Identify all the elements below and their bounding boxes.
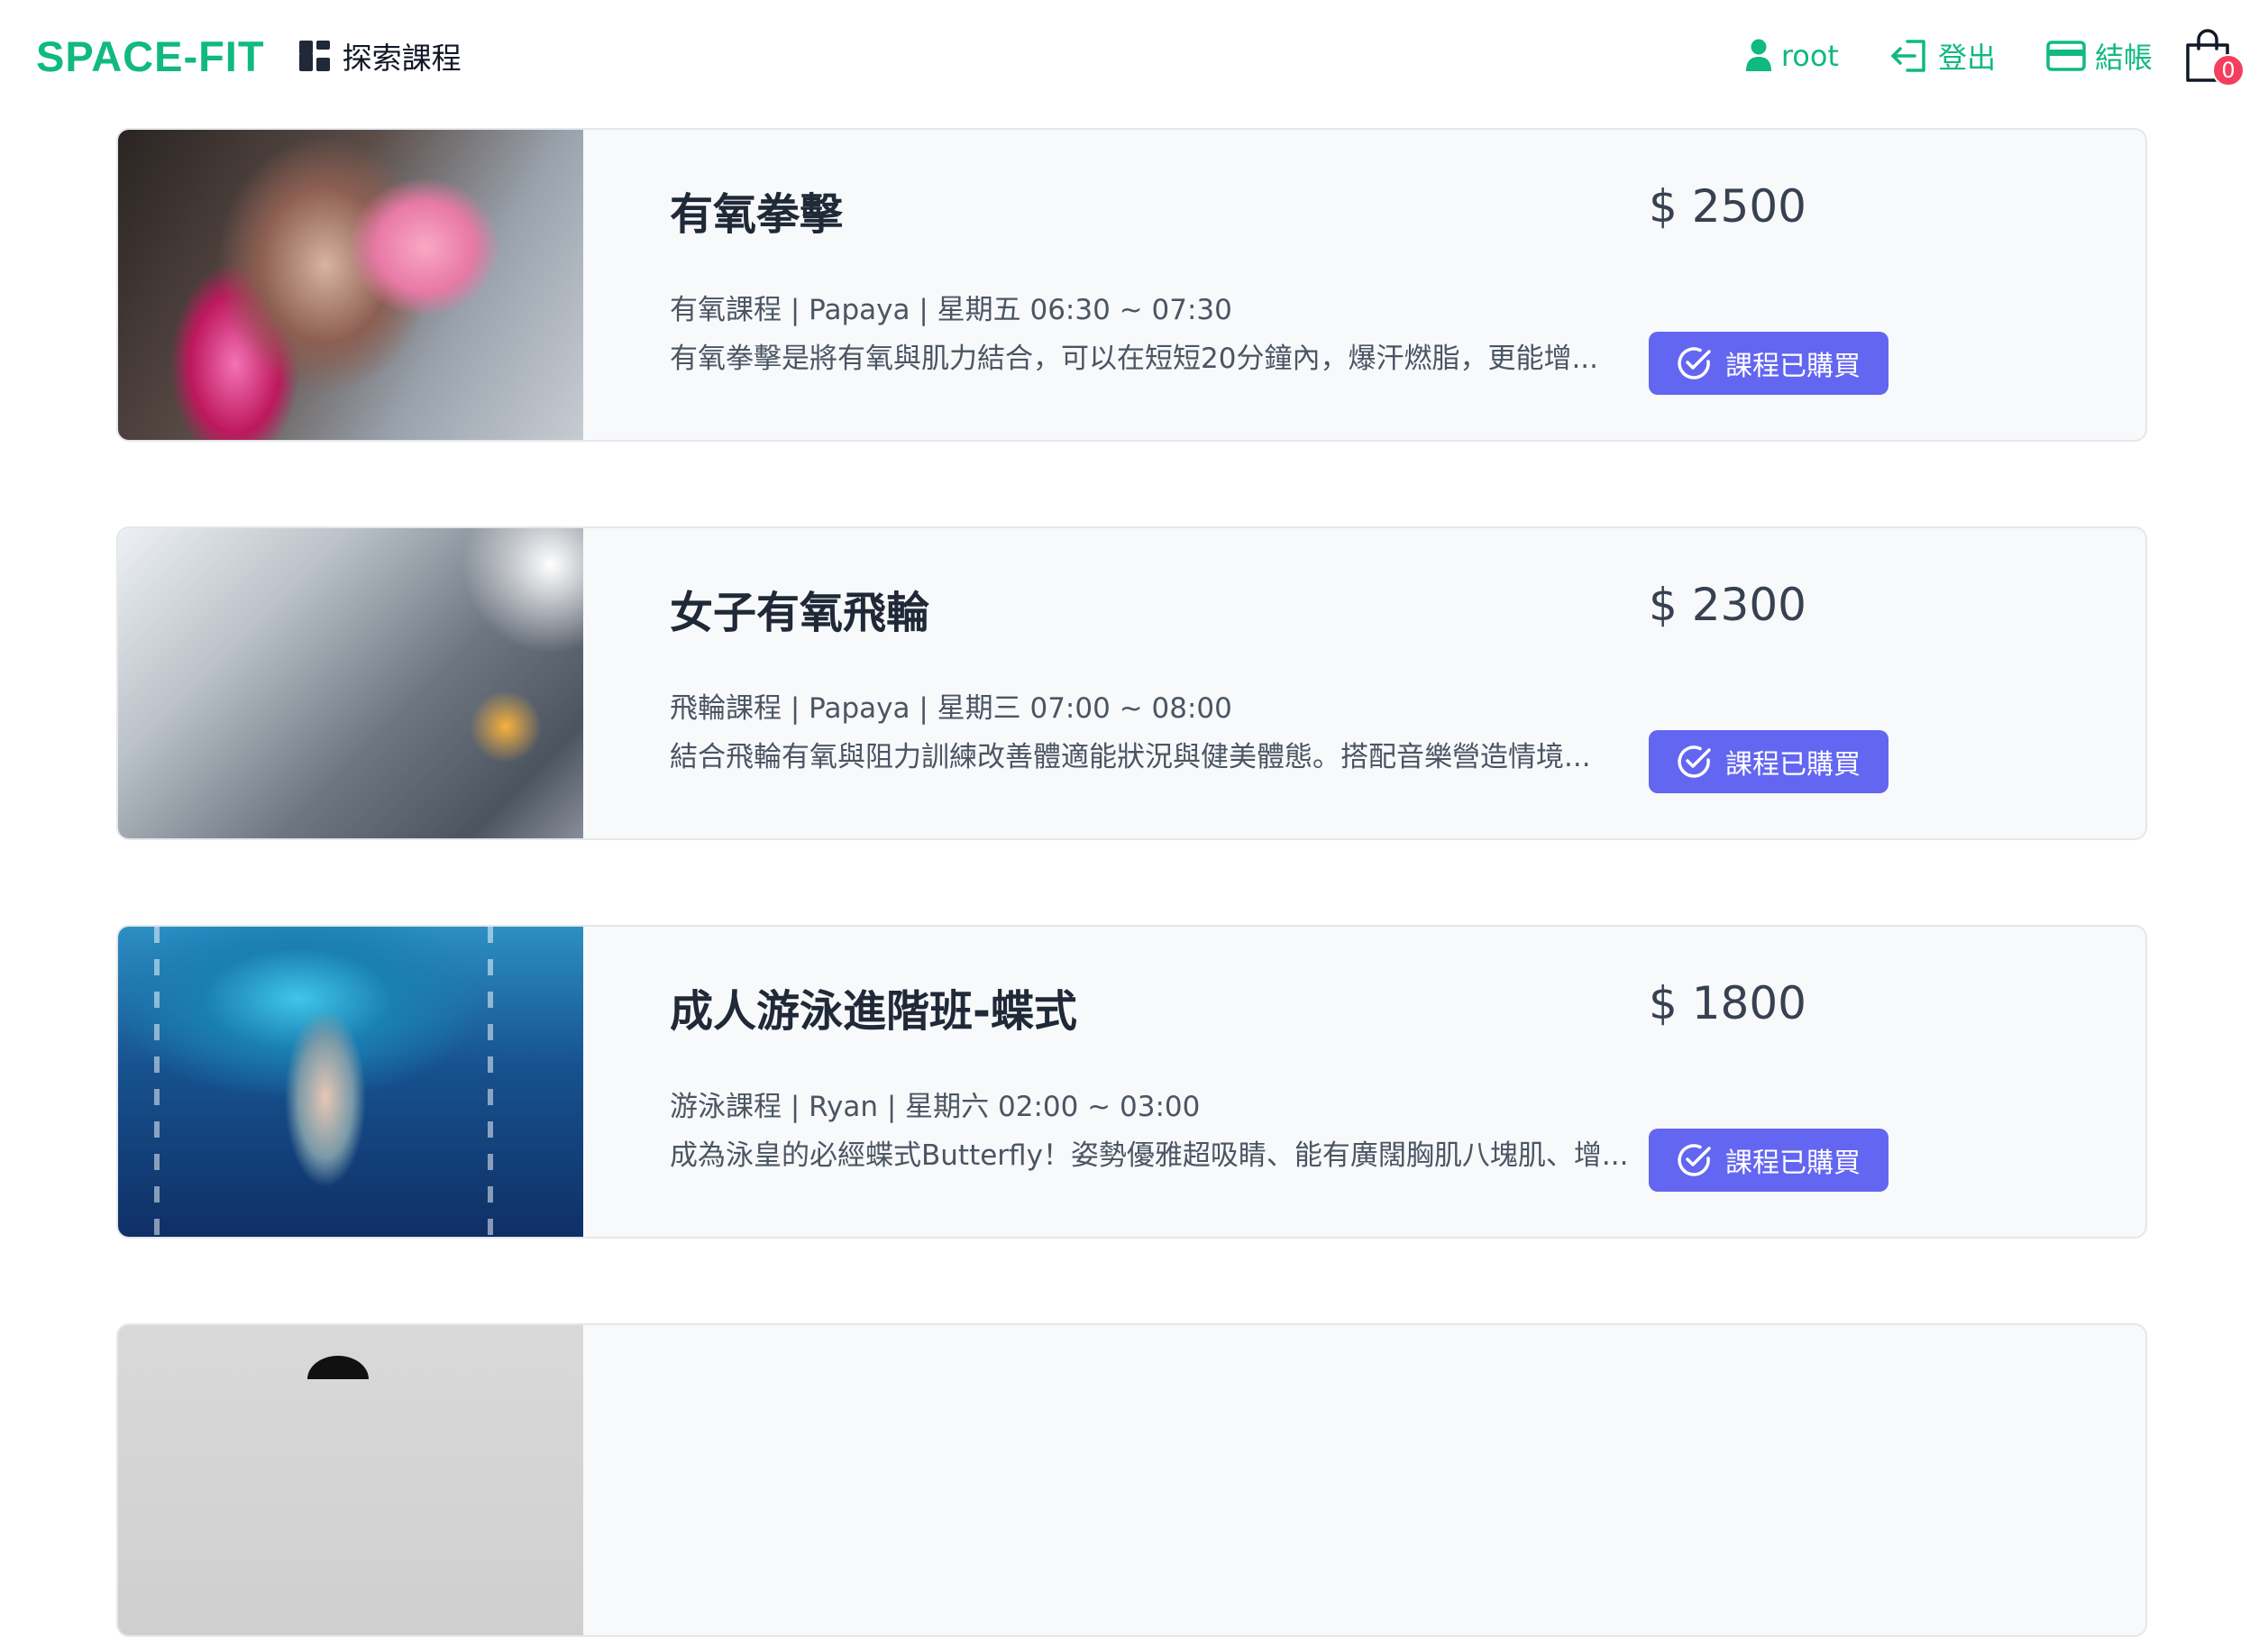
course-price: $ 2300 (1649, 579, 1806, 631)
course-card[interactable]: 有氧拳擊 有氧課程 | Papaya | 星期五 06:30 ~ 07:30 有… (116, 128, 2147, 442)
course-price: $ 2500 (1649, 180, 1806, 233)
course-price: $ 1800 (1649, 977, 1806, 1029)
cart-button[interactable]: 0 (2183, 29, 2245, 87)
navbar-right: root 登出 結帳 0 (1695, 29, 2245, 87)
course-description: 結合飛輪有氧與阻力訓練改善體適能狀況與健美體態。搭配音樂營造情境... (670, 741, 1591, 773)
purchased-button[interactable]: 課程已購買 (1649, 730, 1888, 793)
navbar-left: SPACE-FIT 探索課程 (36, 32, 462, 81)
credit-card-icon (2046, 41, 2086, 71)
user-icon (1745, 39, 1771, 71)
course-meta: 有氧課程 | Papaya | 星期五 06:30 ~ 07:30 (670, 294, 1232, 326)
course-title: 女子有氧飛輪 (670, 588, 930, 638)
purchased-button[interactable]: 課程已購買 (1649, 1129, 1888, 1192)
spin-bike-photo (118, 528, 583, 838)
cart-count-badge: 0 (2212, 54, 2245, 87)
course-photo (118, 1325, 583, 1635)
purchased-button[interactable]: 課程已購買 (1649, 332, 1888, 395)
navbar: SPACE-FIT 探索課程 root 登出 結帳 0 (0, 0, 2268, 112)
dashboard-icon (298, 41, 330, 71)
boxing-photo (118, 130, 583, 440)
course-card[interactable] (116, 1323, 2147, 1637)
course-title: 有氧拳擊 (670, 189, 844, 240)
course-meta: 飛輪課程 | Papaya | 星期三 07:00 ~ 08:00 (670, 692, 1232, 725)
check-circle-icon (1678, 745, 1711, 778)
checkout-link[interactable]: 結帳 (2046, 35, 2153, 77)
check-circle-icon (1678, 347, 1711, 380)
purchased-button-label: 課程已購買 (1725, 749, 1861, 781)
brand-logo[interactable]: SPACE-FIT (36, 32, 265, 81)
lane-line (488, 927, 493, 1237)
explore-courses-label: 探索課程 (342, 41, 462, 76)
course-card[interactable]: 女子有氧飛輪 飛輪課程 | Papaya | 星期三 07:00 ~ 08:00… (116, 526, 2147, 840)
course-card-body: 有氧拳擊 有氧課程 | Papaya | 星期五 06:30 ~ 07:30 有… (583, 130, 2145, 440)
logout-icon (1891, 40, 1925, 72)
course-title: 成人游泳進階班-蝶式 (670, 986, 1077, 1037)
explore-courses-link[interactable]: 探索課程 (298, 34, 462, 78)
username-label: root (1780, 39, 1839, 73)
lane-line (154, 927, 160, 1237)
logout-link[interactable]: 登出 (1889, 35, 1996, 77)
course-description: 成為泳皇的必經蝶式Butterfly！姿勢優雅超吸睛、能有廣闊胸肌八塊肌、增..… (670, 1139, 1629, 1172)
purchased-button-label: 課程已購買 (1725, 351, 1861, 382)
course-meta: 游泳課程 | Ryan | 星期六 02:00 ~ 03:00 (670, 1091, 1201, 1123)
logout-label: 登出 (1937, 41, 1996, 75)
swimming-photo (118, 927, 583, 1237)
checkout-label: 結帳 (2094, 41, 2153, 75)
course-card[interactable]: 成人游泳進階班-蝶式 游泳課程 | Ryan | 星期六 02:00 ~ 03:… (116, 925, 2147, 1239)
course-description: 有氧拳擊是將有氧與肌力結合，可以在短短20分鐘內，爆汗燃脂，更能增... (670, 343, 1599, 375)
check-circle-icon (1678, 1144, 1711, 1176)
course-card-body (583, 1325, 2145, 1635)
course-card-body: 女子有氧飛輪 飛輪課程 | Papaya | 星期三 07:00 ~ 08:00… (583, 528, 2145, 838)
course-card-body: 成人游泳進階班-蝶式 游泳課程 | Ryan | 星期六 02:00 ~ 03:… (583, 927, 2145, 1237)
purchased-button-label: 課程已購買 (1725, 1148, 1861, 1179)
user-profile-link[interactable]: root (1745, 39, 1839, 73)
person-silhouette (307, 1356, 369, 1379)
